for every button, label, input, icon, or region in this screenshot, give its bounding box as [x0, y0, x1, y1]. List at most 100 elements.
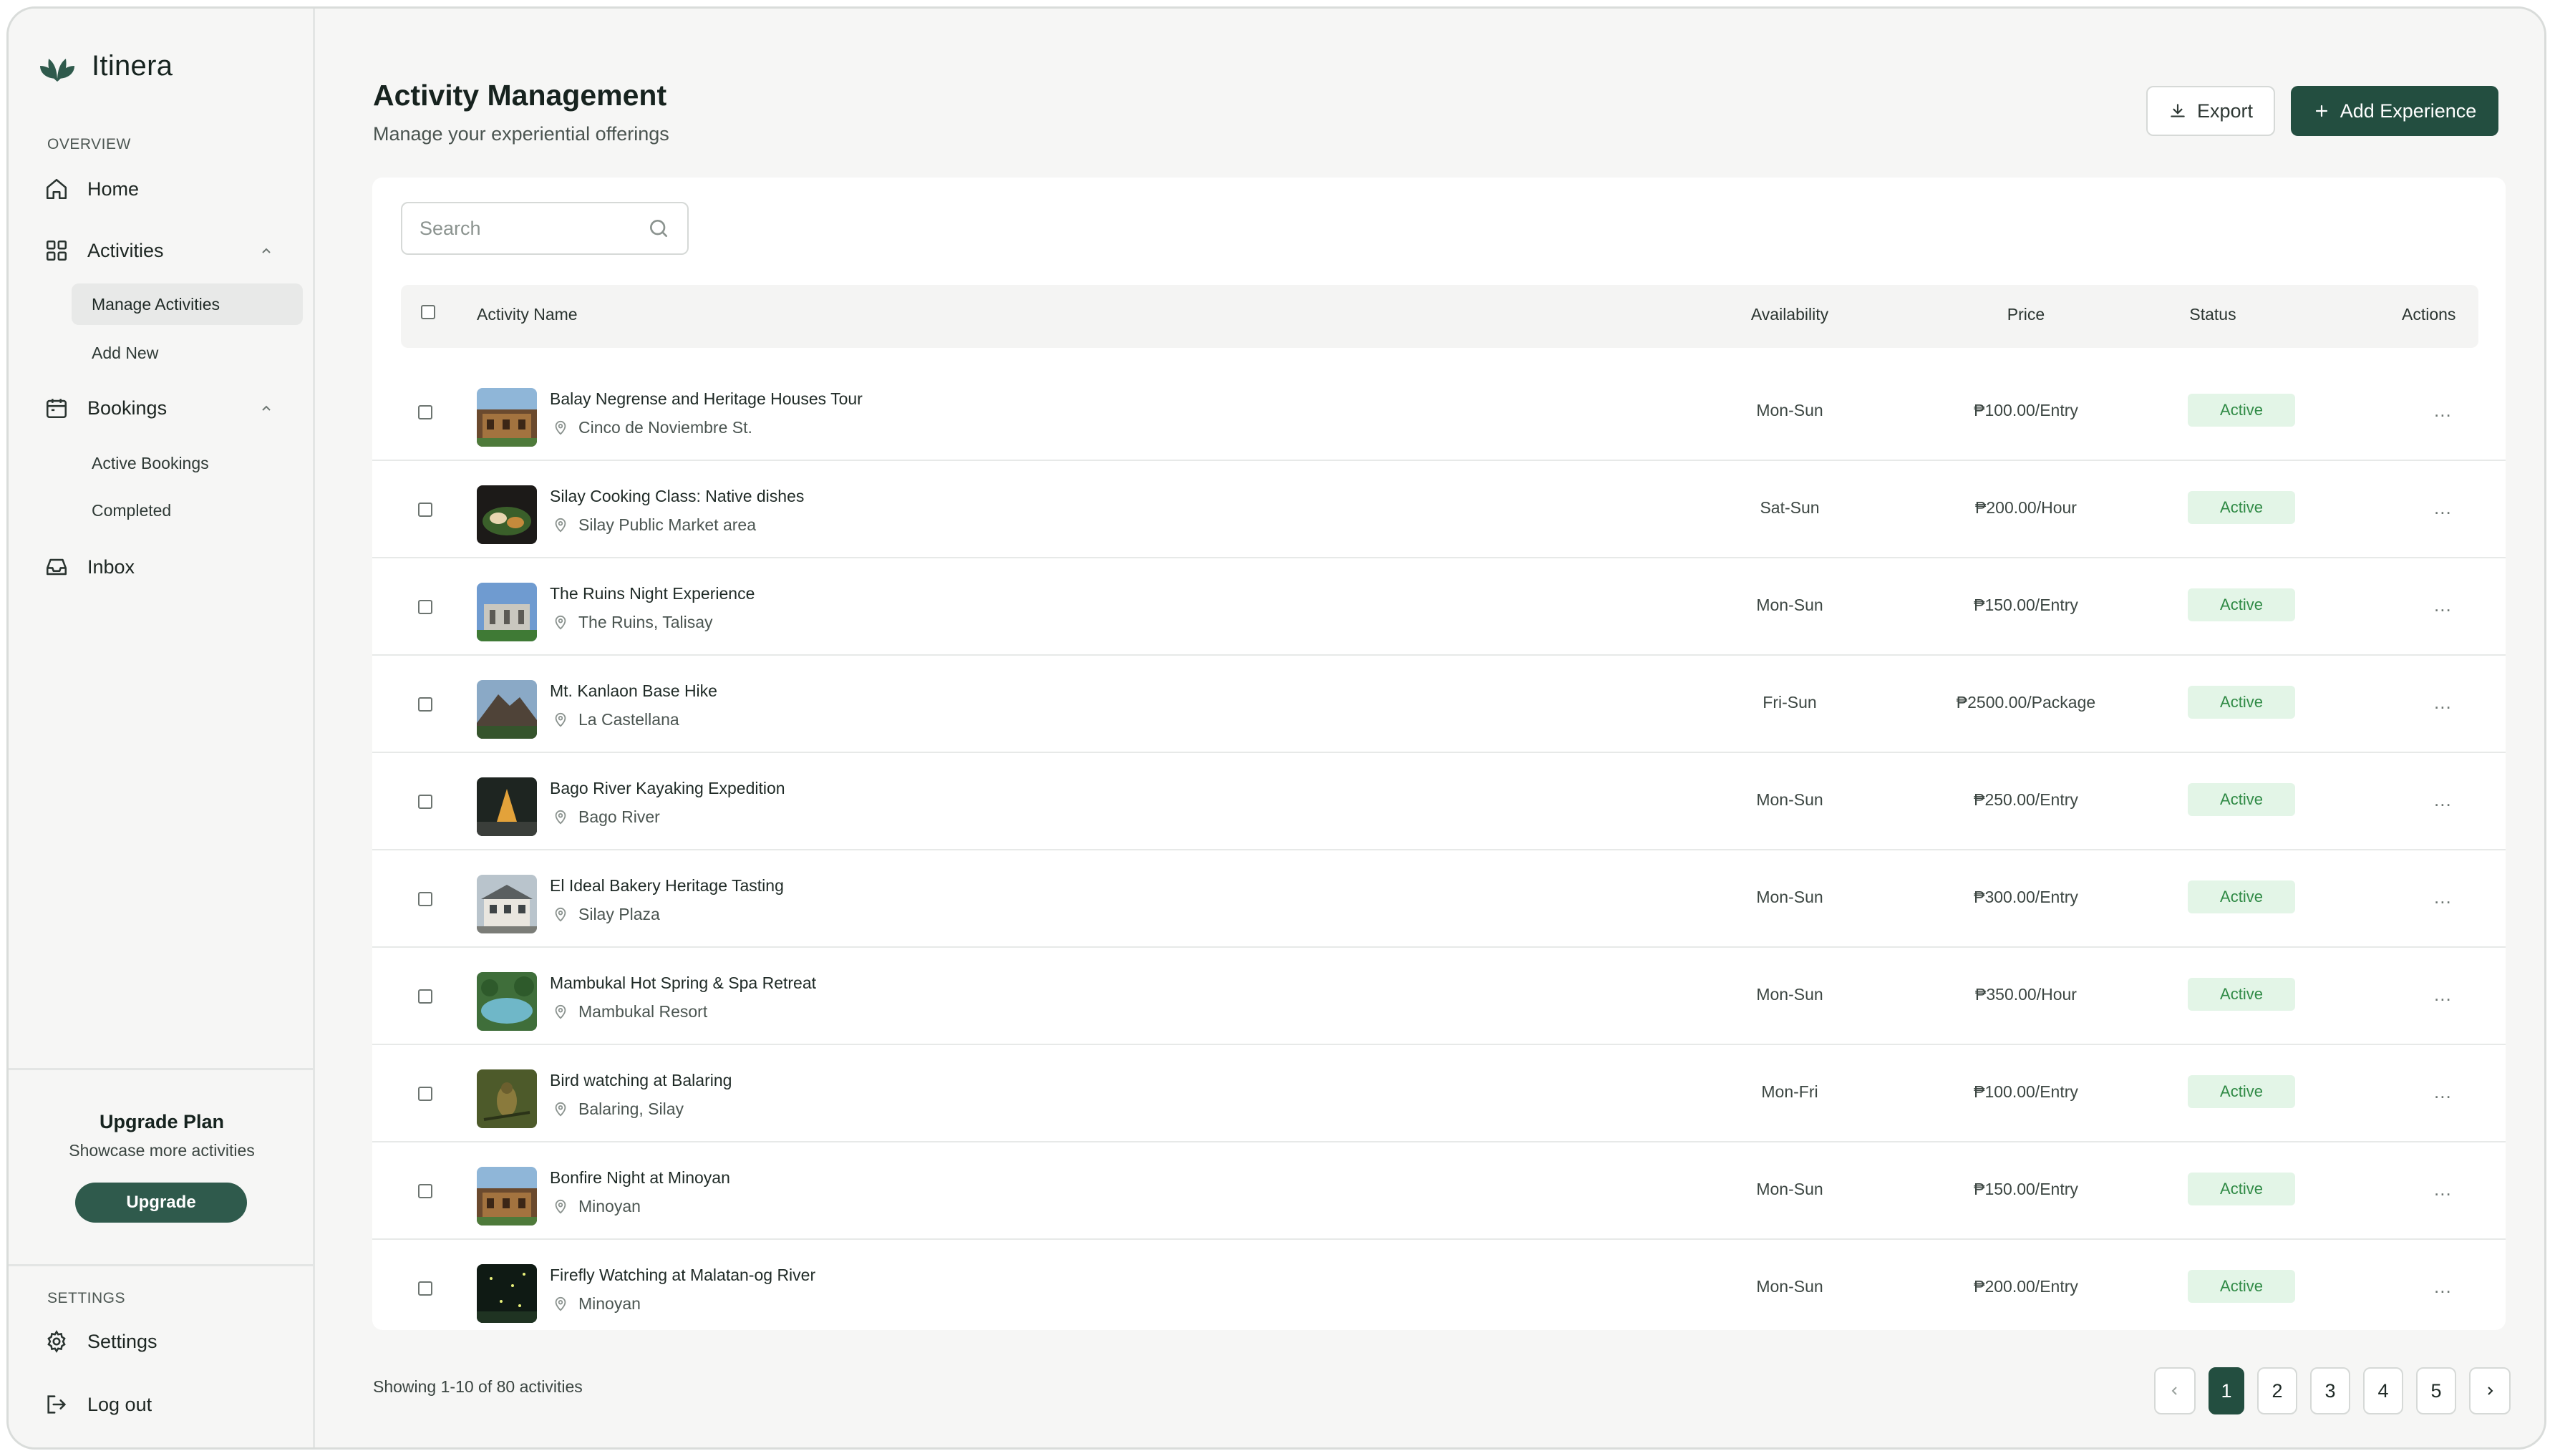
select-all-checkbox[interactable]: [421, 305, 435, 319]
search-input[interactable]: [420, 217, 647, 240]
row-checkbox[interactable]: [418, 1281, 432, 1296]
page-button-4[interactable]: 4: [2363, 1367, 2403, 1414]
table-row[interactable]: Firefly Watching at Malatan-og River Min…: [372, 1240, 2506, 1337]
availability: Fri-Sun: [1763, 693, 1817, 712]
location-text: Balaring, Silay: [578, 1100, 684, 1118]
table-row[interactable]: Balay Negrense and Heritage Houses Tour …: [372, 364, 2506, 461]
sidebar-item-inbox[interactable]: Inbox: [44, 547, 288, 587]
row-checkbox[interactable]: [418, 1087, 432, 1101]
activity-name[interactable]: Balay Negrense and Heritage Houses Tour: [550, 389, 863, 409]
activity-name[interactable]: The Ruins Night Experience: [550, 584, 755, 603]
row-checkbox[interactable]: [418, 795, 432, 809]
previous-page-button[interactable]: [2154, 1367, 2196, 1414]
activity-location: La Castellana: [550, 710, 679, 729]
page-subtitle: Manage your experiential offerings: [373, 123, 669, 145]
activity-name[interactable]: Silay Cooking Class: Native dishes: [550, 487, 804, 506]
activity-name[interactable]: Firefly Watching at Malatan-og River: [550, 1266, 815, 1285]
price: ₱150.00/Entry: [1974, 596, 2078, 614]
table-row[interactable]: Mambukal Hot Spring & Spa Retreat Mambuk…: [372, 948, 2506, 1045]
row-actions-menu[interactable]: ...: [2434, 1276, 2452, 1298]
column-header-price[interactable]: Price: [1933, 305, 2119, 324]
calendar-icon: [46, 399, 67, 419]
leaf-logo-icon: [40, 59, 74, 82]
row-checkbox[interactable]: [418, 892, 432, 906]
price: ₱250.00/Entry: [1974, 790, 2078, 809]
page-button-3[interactable]: 3: [2310, 1367, 2350, 1414]
row-checkbox[interactable]: [418, 697, 432, 712]
row-checkbox[interactable]: [418, 1184, 432, 1198]
plus-icon: [2315, 105, 2327, 117]
sidebar-item-settings[interactable]: Settings: [44, 1321, 288, 1362]
table-row[interactable]: Silay Cooking Class: Native dishes Silay…: [372, 461, 2506, 558]
row-checkbox[interactable]: [418, 503, 432, 517]
page-button-2[interactable]: 2: [2257, 1367, 2297, 1414]
page-button-5[interactable]: 5: [2416, 1367, 2456, 1414]
activities-table-card: Activity Name Availability Price Status …: [372, 178, 2506, 1330]
activity-name[interactable]: Mambukal Hot Spring & Spa Retreat: [550, 974, 816, 993]
table-row[interactable]: The Ruins Night Experience The Ruins, Ta…: [372, 558, 2506, 656]
overview-label: OVERVIEW: [47, 136, 131, 152]
search-icon[interactable]: [647, 217, 670, 240]
status-badge: Active: [2188, 783, 2295, 816]
table-row[interactable]: El Ideal Bakery Heritage Tasting Silay P…: [372, 850, 2506, 948]
sidebar-item-completed[interactable]: Completed: [72, 490, 303, 531]
activity-thumbnail: [477, 1069, 537, 1128]
table-row[interactable]: Bonfire Night at Minoyan Minoyan Mon-Sun…: [372, 1142, 2506, 1240]
column-header-name[interactable]: Activity Name: [477, 305, 578, 324]
row-actions-menu[interactable]: ...: [2434, 886, 2452, 908]
main-content: Activity Management Manage your experien…: [317, 9, 2544, 1447]
row-actions-menu[interactable]: ...: [2434, 789, 2452, 811]
map-pin-icon: [555, 1004, 566, 1019]
row-actions-menu[interactable]: ...: [2434, 984, 2452, 1006]
activity-name[interactable]: Mt. Kanlaon Base Hike: [550, 681, 717, 701]
inbox-icon: [46, 558, 67, 576]
column-header-status[interactable]: Status: [2159, 305, 2266, 324]
row-actions-menu[interactable]: ...: [2434, 399, 2452, 422]
sidebar-item-logout[interactable]: Log out: [44, 1384, 288, 1425]
table-row[interactable]: Bird watching at Balaring Balaring, Sila…: [372, 1045, 2506, 1142]
search-box[interactable]: [401, 202, 689, 255]
add-experience-button[interactable]: Add Experience: [2291, 86, 2498, 136]
next-page-button[interactable]: [2469, 1367, 2511, 1414]
table-row[interactable]: Mt. Kanlaon Base Hike La Castellana Fri-…: [372, 656, 2506, 753]
price: ₱150.00/Entry: [1974, 1180, 2078, 1198]
upgrade-button[interactable]: Upgrade: [75, 1183, 247, 1223]
row-checkbox[interactable]: [418, 405, 432, 419]
chevron-up-icon[interactable]: [259, 243, 273, 258]
activity-thumbnail: [477, 1167, 537, 1226]
sidebar-item-home[interactable]: Home: [44, 169, 288, 209]
export-button[interactable]: Export: [2146, 86, 2275, 136]
status-badge: Active: [2188, 394, 2295, 427]
activity-location: Cinco de Noviembre St.: [550, 418, 752, 437]
brand[interactable]: Itinera: [37, 46, 173, 86]
row-actions-menu[interactable]: ...: [2434, 691, 2452, 714]
availability: Mon-Fri: [1761, 1082, 1818, 1101]
sidebar-item-bookings[interactable]: Bookings: [44, 388, 288, 428]
row-actions-menu[interactable]: ...: [2434, 1081, 2452, 1103]
activity-name[interactable]: El Ideal Bakery Heritage Tasting: [550, 876, 784, 896]
row-checkbox[interactable]: [418, 989, 432, 1004]
status-badge: Active: [2188, 1173, 2295, 1205]
activity-name[interactable]: Bird watching at Balaring: [550, 1071, 732, 1090]
sidebar-item-active-bookings[interactable]: Active Bookings: [72, 442, 303, 484]
status-badge: Active: [2188, 1270, 2295, 1303]
pagination: 1 2 3 4 5: [2154, 1367, 2511, 1414]
activity-name[interactable]: Bonfire Night at Minoyan: [550, 1168, 730, 1188]
row-actions-menu[interactable]: ...: [2434, 497, 2452, 519]
app-window: Itinera OVERVIEW Home Activities Manage …: [6, 6, 2546, 1450]
column-header-availability[interactable]: Availability: [1732, 305, 1847, 324]
chevron-up-icon[interactable]: [259, 401, 273, 415]
sidebar-item-label: Bookings: [87, 397, 168, 419]
sidebar-item-add-new[interactable]: Add New: [72, 332, 303, 374]
map-pin-icon: [555, 1296, 566, 1311]
row-actions-menu[interactable]: ...: [2434, 594, 2452, 616]
activity-name[interactable]: Bago River Kayaking Expedition: [550, 779, 785, 798]
row-actions-menu[interactable]: ...: [2434, 1178, 2452, 1200]
sidebar-item-activities[interactable]: Activities: [44, 230, 288, 271]
sidebar-item-manage-activities[interactable]: Manage Activities: [72, 283, 303, 325]
sidebar-item-label: Log out: [87, 1393, 152, 1415]
page-button-1[interactable]: 1: [2209, 1367, 2244, 1414]
table-row[interactable]: Bago River Kayaking Expedition Bago Rive…: [372, 753, 2506, 850]
activity-location: Balaring, Silay: [550, 1100, 684, 1119]
row-checkbox[interactable]: [418, 600, 432, 614]
